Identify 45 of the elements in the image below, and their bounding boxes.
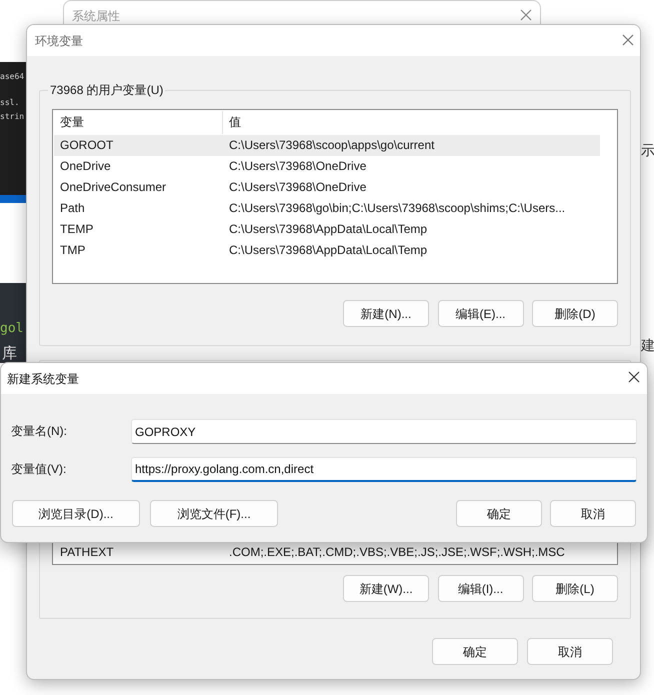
- variable-value: C:\Users\73968\OneDrive: [228, 158, 368, 175]
- variable-name: OneDriveConsumer: [59, 179, 168, 196]
- input-field[interactable]: https://proxy.golang.com.cn,direct: [131, 457, 637, 482]
- dialog-button[interactable]: 取消: [527, 638, 613, 665]
- dialog-button[interactable]: 删除(D): [532, 300, 618, 327]
- code-line: strin: [0, 112, 24, 122]
- window-title: 环境变量: [35, 33, 83, 50]
- dialog-button[interactable]: 新建(W)...: [343, 575, 429, 602]
- variable-value: C:\Users\73968\AppData\Local\Temp: [228, 242, 428, 259]
- window-title: 系统属性: [72, 8, 120, 25]
- dialog-button[interactable]: 浏览文件(F)...: [150, 500, 278, 527]
- dialog-button[interactable]: 删除(L): [532, 575, 618, 602]
- variable-name: OneDrive: [59, 158, 112, 175]
- column-header[interactable]: 值: [223, 111, 600, 134]
- window-title: 新建系统变量: [7, 371, 79, 388]
- code-text: 库: [2, 345, 17, 362]
- variable-value: C:\Users\73968\go\bin;C:\Users\73968\scoop\shims;C:\Users...: [228, 200, 566, 217]
- column-header[interactable]: 变量: [54, 111, 223, 134]
- close-button[interactable]: [626, 369, 642, 385]
- dialog-button[interactable]: 确定: [432, 638, 518, 665]
- dialog-button[interactable]: 确定: [456, 500, 542, 527]
- status-bar: [0, 195, 26, 203]
- code-line: ase64: [0, 72, 24, 82]
- code-text: gol: [0, 321, 24, 337]
- field-label: 变量值(V):: [11, 461, 66, 478]
- dialog-button[interactable]: 编辑(I)...: [438, 575, 524, 602]
- variable-name: TEMP: [59, 221, 94, 238]
- dialog-button[interactable]: 编辑(E)...: [438, 300, 524, 327]
- variable-value: .COM;.EXE;.BAT;.CMD;.VBS;.VBE;.JS;.JSE;.WSF;.WSH;.MSC: [228, 544, 566, 561]
- variable-name: TMP: [59, 242, 86, 259]
- variable-name: Path: [59, 200, 86, 217]
- group-title: 73968 的用户变量(U): [48, 82, 166, 98]
- input-field[interactable]: GOPROXY: [131, 419, 637, 444]
- variable-name: GOROOT: [59, 137, 114, 154]
- page-text: 建: [641, 337, 654, 353]
- dialog-button[interactable]: 浏览目录(D)...: [12, 500, 140, 527]
- dialog-button[interactable]: 取消: [550, 500, 636, 527]
- variable-value: C:\Users\73968\AppData\Local\Temp: [228, 221, 428, 238]
- dialog-button[interactable]: 新建(N)...: [343, 300, 429, 327]
- variable-value: C:\Users\73968\OneDrive: [228, 179, 368, 196]
- field-label: 变量名(N):: [11, 423, 67, 440]
- code-line: ssl.: [0, 98, 20, 108]
- list-row[interactable]: GOROOT C:\Users\73968\scoop\apps\go\current: [54, 135, 600, 156]
- variable-value: C:\Users\73968\scoop\apps\go\current: [228, 137, 436, 154]
- variable-name: PATHEXT: [59, 544, 115, 561]
